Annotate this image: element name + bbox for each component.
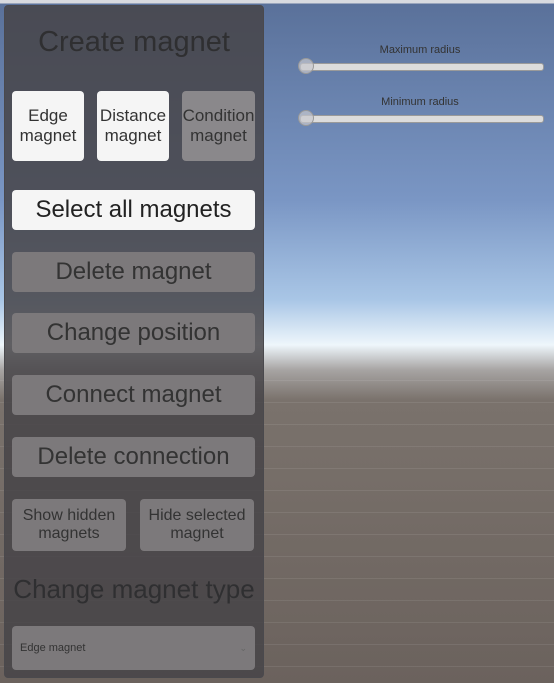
hide-selected-magnet-button[interactable]: Hide selected magnet [140, 499, 254, 551]
change-position-button[interactable]: Change position [12, 313, 255, 353]
delete-magnet-button[interactable]: Delete magnet [12, 252, 255, 292]
delete-connection-button[interactable]: Delete connection [12, 437, 255, 477]
create-magnet-title: Create magnet [38, 26, 230, 58]
connect-magnet-button[interactable]: Connect magnet [12, 375, 255, 415]
change-magnet-type-title: Change magnet type [13, 574, 255, 604]
dropdown-value: Edge magnet [20, 641, 86, 654]
edge-magnet-button[interactable]: Edge magnet [12, 91, 84, 161]
maximum-radius-label: Maximum radius [379, 44, 461, 56]
magnet-type-dropdown[interactable]: Edge magnet ⌄ [12, 626, 255, 670]
maximum-radius-slider[interactable] [298, 58, 544, 74]
slider-handle[interactable] [298, 58, 314, 74]
chevron-down-icon: ⌄ [239, 642, 247, 653]
show-hidden-magnets-button[interactable]: Show hidden magnets [12, 499, 126, 551]
select-all-magnets-button[interactable]: Select all magnets [12, 190, 255, 230]
minimum-radius-label: Minimum radius [381, 96, 459, 108]
slider-handle[interactable] [298, 110, 314, 126]
condition-magnet-button[interactable]: Condition magnet [182, 91, 255, 161]
distance-magnet-button[interactable]: Distance magnet [97, 91, 169, 161]
minimum-radius-slider[interactable] [298, 110, 544, 126]
